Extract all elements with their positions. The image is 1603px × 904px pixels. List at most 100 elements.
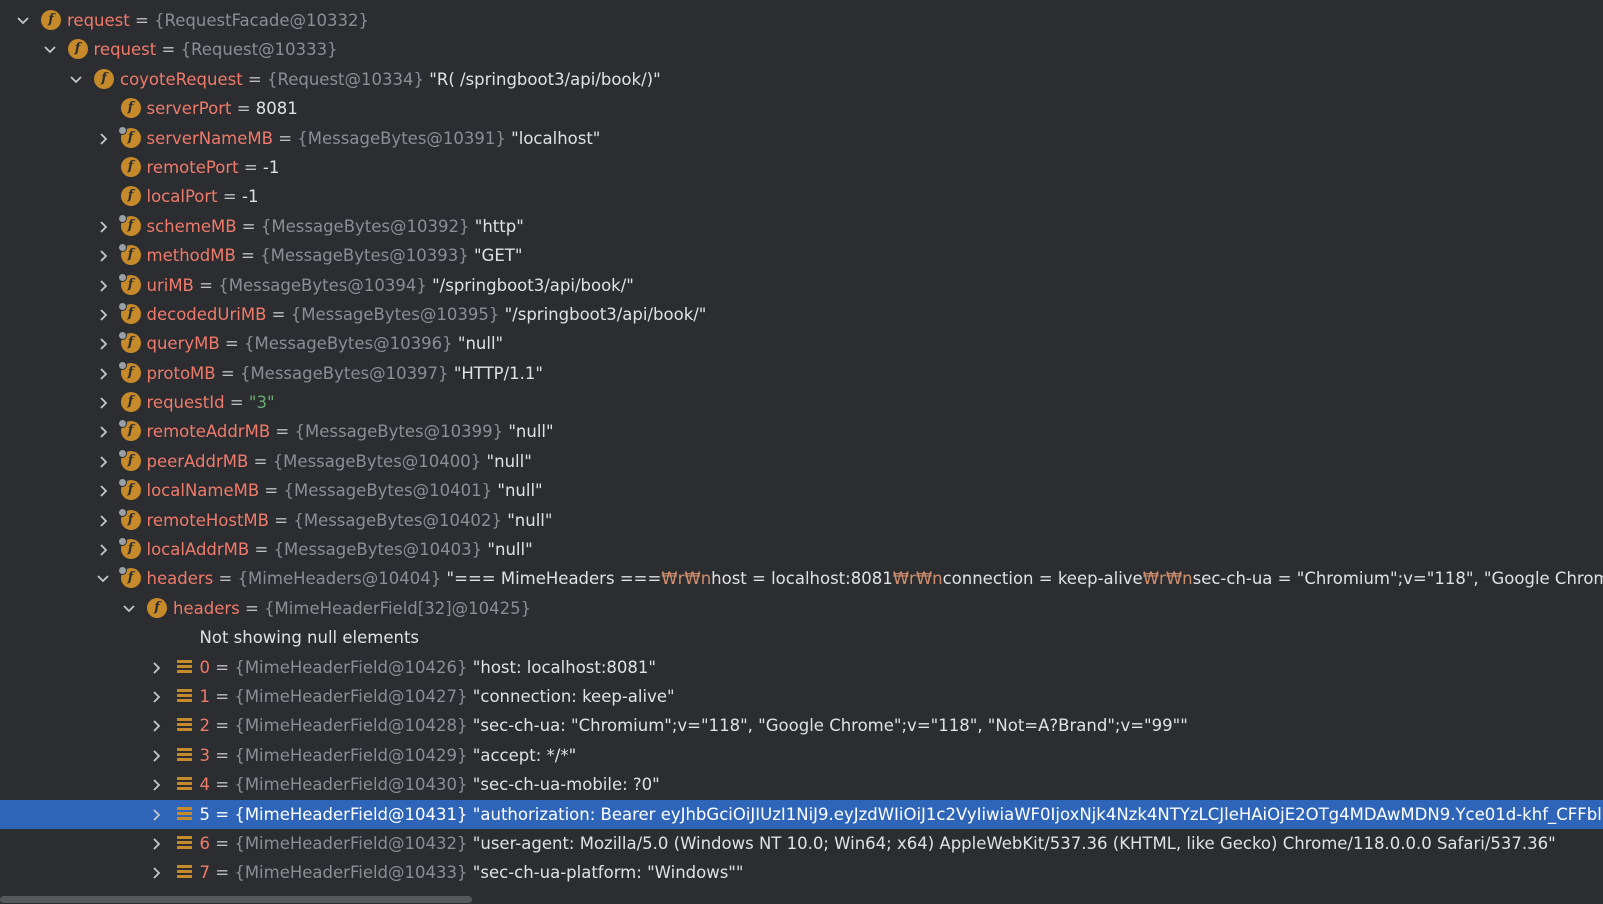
equals-sign: = [215, 363, 240, 383]
final-badge-icon [117, 331, 127, 341]
tree-row[interactable]: f queryMB = {MessageBytes@10396} "null" [0, 329, 1603, 358]
tree-row[interactable]: f request = {Request@10333} [0, 35, 1603, 64]
tree-row[interactable]: f headers = {MimeHeaders@10404} "=== Mime… [0, 564, 1603, 593]
tree-row[interactable]: f localNameMB = {MessageBytes@10401} "nul… [0, 476, 1603, 505]
tree-row[interactable]: 0 = {MimeHeaderField@10426} "host: local… [0, 653, 1603, 682]
tree-row[interactable]: f headers = {MimeHeaderField[32]@10425} [0, 594, 1603, 623]
tree-row[interactable]: f peerAddrMB = {MessageBytes@10400} "null… [0, 447, 1603, 476]
variable-name: remoteAddrMB [146, 422, 271, 442]
object-reference: {MessageBytes@10403} [273, 540, 483, 560]
tree-row[interactable]: 7 = {MimeHeaderField@10433} "sec-ch-ua-p… [0, 858, 1603, 887]
horizontal-scrollbar[interactable] [0, 894, 1603, 904]
chevron-down-icon[interactable] [43, 43, 57, 57]
tree-row[interactable]: f protoMB = {MessageBytes@10397} "HTTP/1.… [0, 359, 1603, 388]
chevron-right-icon[interactable] [96, 220, 110, 234]
chevron-right-icon[interactable] [96, 367, 110, 381]
row-label: 6 = {MimeHeaderField@10432} "user-agent:… [200, 829, 1556, 858]
chevron-down-icon[interactable] [122, 602, 136, 616]
chevron-right-icon[interactable] [96, 425, 110, 439]
final-badge-icon [117, 301, 127, 311]
chevron-right-icon[interactable] [149, 690, 163, 704]
tree-row[interactable]: 3 = {MimeHeaderField@10429} "accept: */*… [0, 741, 1603, 770]
scrollbar-thumb[interactable] [0, 896, 472, 903]
array-element-icon [176, 747, 192, 763]
variable-name: 2 [199, 716, 211, 736]
tree-row[interactable]: f requestId = "3" [0, 388, 1603, 417]
variable-value: "accept: */*" [472, 745, 577, 765]
chevron-right-icon[interactable] [96, 279, 110, 293]
row-label: request = {RequestFacade@10332} [67, 6, 369, 35]
tree-row[interactable]: f methodMB = {MessageBytes@10393} "GET" [0, 241, 1603, 270]
object-reference: {MessageBytes@10396} [244, 334, 453, 354]
tree-row[interactable]: Not showing null elements [0, 623, 1603, 652]
variable-value: "HTTP/1.1" [453, 363, 544, 383]
tree-row[interactable]: f remoteAddrMB = {MessageBytes@10399} "nu… [0, 417, 1603, 446]
array-element-icon [176, 688, 192, 704]
chevron-right-icon[interactable] [96, 543, 110, 557]
variable-name: requestId [146, 393, 225, 413]
variable-value: "GET" [473, 246, 523, 266]
final-badge-icon [117, 125, 127, 135]
chevron-right-icon[interactable] [96, 484, 110, 498]
tree-row[interactable]: 5 = {MimeHeaderField@10431} "authorizati… [0, 799, 1603, 829]
chevron-right-icon[interactable] [96, 308, 110, 322]
chevron-right-icon[interactable] [96, 337, 110, 351]
final-badge-icon [117, 537, 127, 547]
final-field-icon: f [117, 566, 141, 589]
tree-row[interactable]: f serverNameMB = {MessageBytes@10391} "lo… [0, 124, 1603, 153]
chevron-right-icon[interactable] [149, 778, 163, 792]
chevron-right-icon[interactable] [96, 396, 110, 410]
row-label: decodedUriMB = {MessageBytes@10395} "/sp… [147, 300, 707, 329]
tree-row[interactable]: 4 = {MimeHeaderField@10430} "sec-ch-ua-m… [0, 770, 1603, 799]
equals-sign: = [210, 804, 235, 824]
tree-row[interactable]: f remotePort = -1 [0, 153, 1603, 182]
variable-name: remoteHostMB [146, 510, 270, 530]
final-field-icon: f [117, 213, 141, 236]
chevron-down-icon[interactable] [96, 572, 110, 586]
tree-row[interactable]: 1 = {MimeHeaderField@10427} "connection:… [0, 682, 1603, 711]
chevron-right-icon[interactable] [149, 866, 163, 880]
row-label: headers = {MimeHeaders@10404} "=== MimeH… [147, 564, 1603, 593]
chevron-right-icon[interactable] [96, 514, 110, 528]
tree-row[interactable]: 6 = {MimeHeaderField@10432} "user-agent:… [0, 829, 1603, 858]
final-badge-icon [117, 360, 127, 370]
object-reference: {MimeHeaderField@10433} [234, 863, 468, 883]
chevron-right-icon[interactable] [96, 249, 110, 263]
variable-name: coyoteRequest [120, 69, 243, 89]
object-reference: {MessageBytes@10395} [290, 304, 500, 324]
chevron-right-icon[interactable] [149, 719, 163, 733]
chevron-right-icon[interactable] [149, 808, 163, 822]
chevron-right-icon[interactable] [96, 132, 110, 146]
row-label: Not showing null elements [200, 623, 420, 652]
row-label: 4 = {MimeHeaderField@10430} "sec-ch-ua-m… [200, 770, 660, 799]
equals-sign: = [238, 157, 263, 177]
equals-sign: = [269, 510, 294, 530]
tree-row[interactable]: f localAddrMB = {MessageBytes@10403} "nul… [0, 535, 1603, 564]
tree-row[interactable]: f remoteHostMB = {MessageBytes@10402} "nu… [0, 506, 1603, 535]
variable-value: "connection: keep-alive" [472, 686, 675, 706]
tree-row[interactable]: f serverPort = 8081 [0, 94, 1603, 123]
tree-row[interactable]: f request = {RequestFacade@10332} [0, 6, 1603, 35]
equals-sign: = [224, 393, 249, 413]
object-reference: {Request@10334} [267, 69, 425, 89]
tree-row[interactable]: f decodedUriMB = {MessageBytes@10395} "/s… [0, 300, 1603, 329]
final-field-icon: f [117, 419, 141, 442]
field-icon: f [120, 392, 141, 413]
tree-row[interactable]: 2 = {MimeHeaderField@10428} "sec-ch-ua: … [0, 711, 1603, 740]
variable-value: "null" [487, 540, 533, 560]
row-label: methodMB = {MessageBytes@10393} "GET" [147, 241, 523, 270]
tree-row[interactable]: f schemeMB = {MessageBytes@10392} "http" [0, 212, 1603, 241]
chevron-down-icon[interactable] [69, 73, 83, 87]
tree-row[interactable]: f uriMB = {MessageBytes@10394} "/springbo… [0, 271, 1603, 300]
tree-row[interactable]: f localPort = -1 [0, 182, 1603, 211]
chevron-right-icon[interactable] [96, 455, 110, 469]
chevron-down-icon[interactable] [16, 14, 30, 28]
array-element-icon [176, 777, 192, 792]
chevron-right-icon[interactable] [149, 837, 163, 851]
variable-name: schemeMB [146, 216, 237, 236]
tree-row[interactable]: f coyoteRequest = {Request@10334} "R( /sp… [0, 65, 1603, 94]
object-reference: {MimeHeaders@10404} [237, 569, 442, 589]
equals-sign: = [210, 686, 235, 706]
chevron-right-icon[interactable] [149, 661, 163, 675]
chevron-right-icon[interactable] [149, 749, 163, 763]
